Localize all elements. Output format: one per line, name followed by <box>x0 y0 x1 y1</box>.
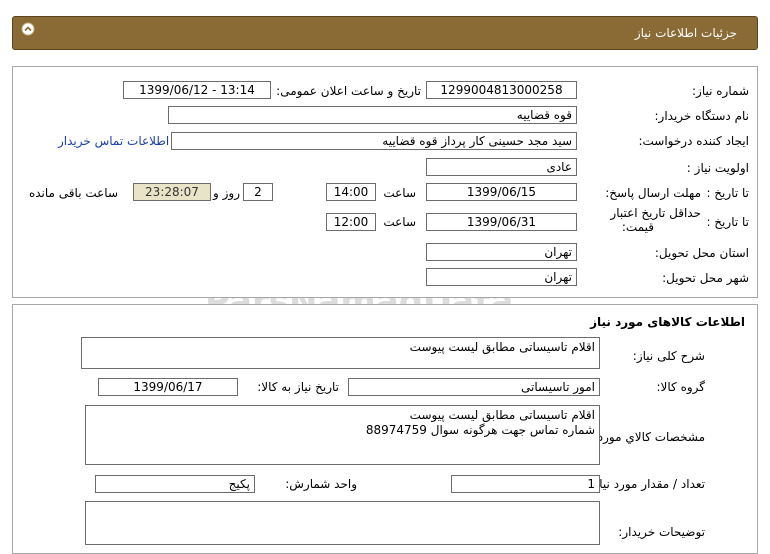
validity-to-date-label: تا تاریخ : <box>706 215 749 229</box>
collapse-chevron-icon[interactable] <box>21 22 35 36</box>
general-desc-label: شرح کلی نیاز: <box>632 349 705 363</box>
goods-section-title: اطلاعات کالاهای مورد نیاز <box>590 315 745 329</box>
province-field: تهران <box>426 243 577 261</box>
group-field: امور تاسیساتی <box>348 378 600 396</box>
buyer-notes-field <box>85 501 600 545</box>
buyer-notes-label: توضیحات خریدار: <box>618 525 705 539</box>
specs-field: اقلام تاسیساتی مطابق لیست پیوست شماره تم… <box>85 405 600 465</box>
province-label: استان محل تحویل: <box>654 246 749 260</box>
general-desc-field: اقلام تاسیساتی مطابق لیست پیوست <box>81 337 600 369</box>
validity-label-line2: قیمت: <box>621 220 654 234</box>
remaining-days-field: 2 <box>243 183 273 201</box>
general-desc-text: اقلام تاسیساتی مطابق لیست پیوست <box>409 340 595 354</box>
quantity-label: تعداد / مقدار مورد نیاز: <box>589 477 705 491</box>
buyer-org-field: قوه قضاییه <box>168 106 577 124</box>
deadline-to-date-label: تا تاریخ : <box>706 186 749 200</box>
need-date-label: تاریخ نیاز به کالا: <box>257 380 339 394</box>
creator-label: ایجاد کننده درخواست: <box>638 134 749 148</box>
need-number-label: شماره نیاز: <box>692 84 749 98</box>
deadline-label: مهلت ارسال پاسخ: <box>605 186 701 200</box>
quantity-field: 1 <box>451 475 600 493</box>
goods-panel: اطلاعات کالاهای مورد نیاز شرح کلی نیاز: … <box>12 304 758 554</box>
unit-label: واحد شمارش: <box>285 477 357 491</box>
priority-field: عادی <box>426 158 577 176</box>
city-field: تهران <box>426 268 577 286</box>
creator-field: سید مجد حسینی کار پرداز قوه قضاییه <box>171 132 577 150</box>
group-label: گروه کالا: <box>656 380 706 394</box>
announce-date-field: 1399/06/12 - 13:14 <box>123 81 271 99</box>
city-label: شهر محل تحویل: <box>662 271 749 285</box>
buyer-org-label: نام دستگاه خریدار: <box>654 109 750 123</box>
page-header-bar: جزئیات اطلاعات نیاز <box>12 16 758 50</box>
specs-line-1: اقلام تاسیساتی مطابق لیست پیوست <box>409 408 595 422</box>
validity-label-line1: حداقل تاریخ اعتبار <box>610 206 701 220</box>
need-info-panel: شماره نیاز: 1299004813000258 تاریخ و ساع… <box>12 66 758 298</box>
deadline-time-field: 14:00 <box>326 183 376 201</box>
validity-date-field: 1399/06/31 <box>426 213 577 231</box>
deadline-date-field: 1399/06/15 <box>426 183 577 201</box>
days-label: روز و <box>213 186 240 200</box>
specs-line-2: شماره تماس جهت هرگونه سوال 88974759 <box>365 423 595 437</box>
priority-label: اولویت نیاز : <box>686 161 749 175</box>
validity-time-label: ساعت <box>383 215 416 229</box>
buyer-contact-link[interactable]: اطلاعات تماس خریدار <box>58 134 169 148</box>
remaining-label: ساعت باقی مانده <box>28 186 118 200</box>
need-date-field: 1399/06/17 <box>98 378 238 396</box>
remaining-time-field: 23:28:07 <box>133 183 211 201</box>
page-title: جزئیات اطلاعات نیاز <box>634 26 737 40</box>
need-number-field: 1299004813000258 <box>426 81 577 99</box>
unit-field: پکیج <box>95 475 255 493</box>
deadline-time-label: ساعت <box>383 186 416 200</box>
announce-date-label: تاریخ و ساعت اعلان عمومی: <box>276 84 421 98</box>
validity-time-field: 12:00 <box>326 213 376 231</box>
